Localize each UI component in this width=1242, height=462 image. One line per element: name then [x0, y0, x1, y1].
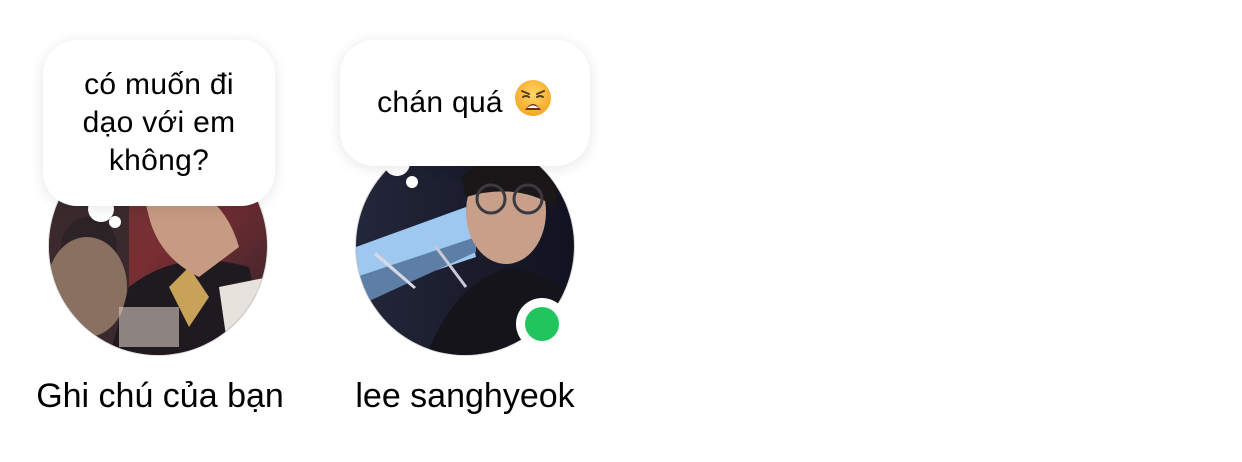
note-bubble-own[interactable]: có muốn đi dạo với em không?: [43, 40, 275, 206]
note-text: chán quá: [377, 86, 503, 119]
note-owner-name: Ghi chú của bạn: [36, 377, 284, 415]
bubble-tail-dot-small: [406, 176, 418, 188]
bubble-tail-dot-small: [109, 216, 121, 228]
note-item-friend[interactable]: chán quá lee sanghyeok: [320, 0, 600, 462]
online-dot: [525, 307, 559, 341]
note-text: có muốn đi dạo với em không?: [82, 68, 236, 177]
online-status-indicator: [516, 298, 568, 350]
weary-face-icon: [513, 78, 553, 128]
note-item-own[interactable]: có muốn đi dạo với em không? Ghi chú của…: [20, 0, 300, 462]
note-owner-name: lee sanghyeok: [355, 377, 575, 415]
note-bubble-friend[interactable]: chán quá: [340, 40, 590, 166]
